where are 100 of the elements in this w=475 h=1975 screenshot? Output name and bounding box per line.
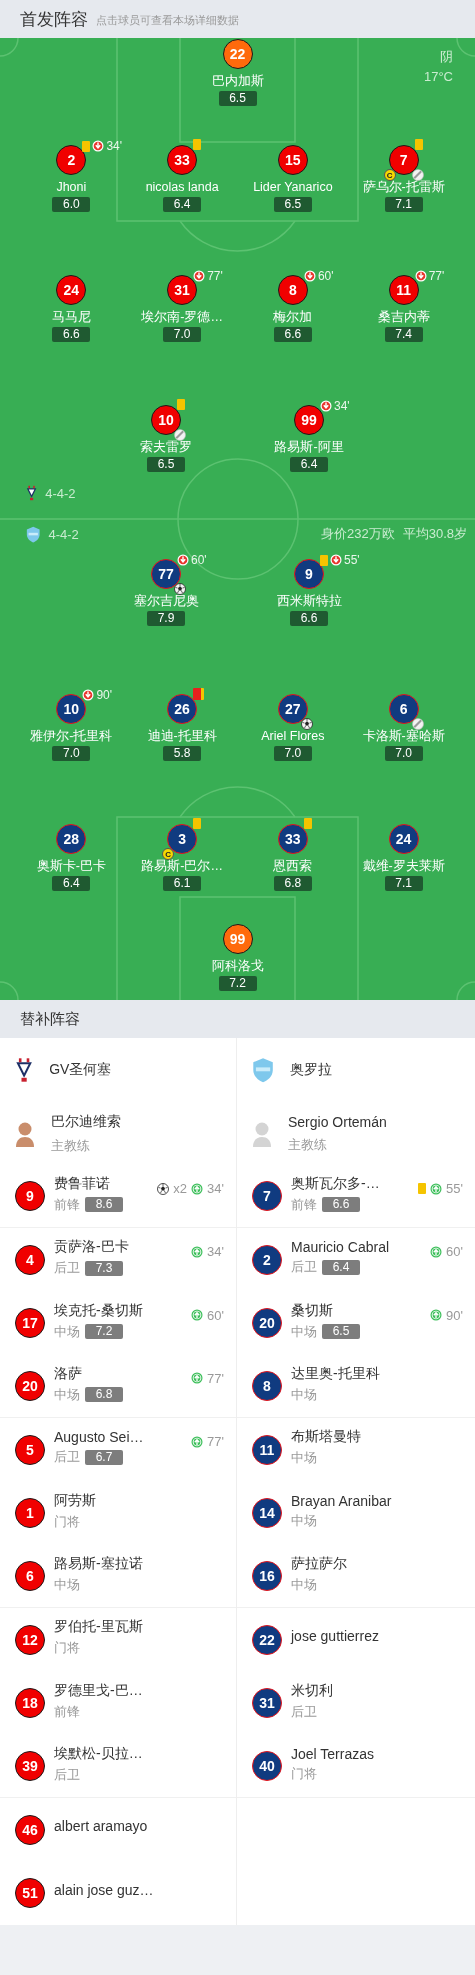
- player-number[interactable]: 39: [15, 1751, 45, 1782]
- player-name[interactable]: 米切利: [291, 1681, 333, 1700]
- player-name[interactable]: 罗德里戈-巴…: [54, 1681, 143, 1700]
- player-number[interactable]: 22: [252, 1624, 282, 1655]
- player-rating: 6.6: [52, 327, 91, 342]
- substitution-out-icon: [320, 400, 332, 412]
- player-position: 后卫: [291, 1258, 317, 1277]
- player-name[interactable]: jose guttierrez: [291, 1628, 379, 1645]
- player-position: 中场: [54, 1385, 80, 1404]
- player-number[interactable]: 6: [15, 1561, 45, 1592]
- player-position: 前锋: [54, 1195, 80, 1214]
- player-position: 前锋: [54, 1702, 80, 1721]
- substitution-minute: 60': [207, 1307, 224, 1323]
- substitution-out-icon: [82, 689, 95, 701]
- player-position: 中场: [291, 1449, 317, 1468]
- formation-label: 4-4-2: [48, 526, 79, 542]
- player-number[interactable]: 7: [252, 1181, 282, 1212]
- substitution-out-icon: [177, 554, 189, 566]
- substitution-minute: 60': [191, 553, 207, 567]
- substitution-minute: 77': [428, 269, 445, 283]
- dismissal-card-icon: [193, 688, 205, 700]
- player-rating: 6.7: [85, 1449, 123, 1465]
- player-name[interactable]: 贡萨洛-巴卡: [54, 1238, 129, 1257]
- player-position: 前锋: [291, 1195, 317, 1214]
- player-name[interactable]: 达里奥-托里科: [291, 1364, 380, 1383]
- player-position: 中场: [54, 1322, 80, 1341]
- player-name[interactable]: 埃默松-贝拉…: [54, 1744, 143, 1763]
- player-position: 后卫: [54, 1765, 80, 1784]
- team-name[interactable]: 奥罗拉: [290, 1061, 333, 1079]
- player-number[interactable]: 51: [15, 1878, 45, 1909]
- player-name[interactable]: 费鲁菲诺: [54, 1174, 123, 1193]
- player-number[interactable]: 31: [252, 1688, 282, 1719]
- player-rating: 7.0: [384, 746, 423, 761]
- caution-card-icon: [414, 139, 423, 150]
- coach-name[interactable]: Sergio Ortemán: [288, 1113, 387, 1130]
- formation-label: 4-4-2: [45, 485, 76, 501]
- player-rating: 6.4: [52, 876, 91, 891]
- coach-role: 主教练: [51, 1136, 91, 1155]
- substitution-minute: 60': [317, 269, 334, 283]
- caution-card-icon: [418, 1183, 427, 1194]
- player-number[interactable]: 11: [252, 1434, 282, 1465]
- player-number[interactable]: 5: [15, 1434, 45, 1465]
- player-position: 中场: [291, 1511, 317, 1530]
- player-name[interactable]: 罗伯托-里瓦斯: [54, 1618, 143, 1637]
- player-name[interactable]: 阿劳斯: [54, 1491, 96, 1510]
- player-name[interactable]: Mauricio Cabral: [291, 1239, 390, 1256]
- goal-count: x2: [173, 1181, 188, 1196]
- team-name[interactable]: GV圣何塞: [49, 1061, 112, 1079]
- player-name[interactable]: 路易斯-塞拉诺: [54, 1554, 143, 1573]
- player-number[interactable]: 12: [15, 1624, 45, 1655]
- player-rating: 7.0: [273, 746, 312, 761]
- player-number[interactable]: 14: [252, 1498, 282, 1529]
- player-number[interactable]: 9: [15, 1181, 45, 1212]
- player-name[interactable]: Augusto Sei…: [54, 1429, 144, 1446]
- player-number[interactable]: 20: [252, 1308, 282, 1339]
- team-logo-icon: [15, 1057, 34, 1083]
- player-position: 中场: [291, 1575, 317, 1594]
- team-logo-icon: [252, 1057, 275, 1083]
- player-number[interactable]: 18: [15, 1688, 45, 1719]
- player-name[interactable]: alain jose guz…: [54, 1881, 154, 1898]
- player-rating: 6.8: [85, 1387, 123, 1403]
- player-name[interactable]: albert aramayo: [54, 1818, 148, 1835]
- player-rating: 7.4: [384, 327, 423, 342]
- player-number[interactable]: 17: [15, 1308, 45, 1339]
- player-name[interactable]: 奥斯瓦尔多-…: [291, 1174, 380, 1193]
- player-rating: 7.0: [163, 327, 202, 342]
- player-number[interactable]: 16: [252, 1561, 282, 1592]
- substitution-minute: 34': [207, 1181, 224, 1196]
- player-rating: 6.4: [290, 457, 328, 472]
- plaster-icon: [411, 169, 424, 181]
- substitution-in-icon: [430, 1182, 443, 1195]
- player-name[interactable]: Brayan Aranibar: [291, 1492, 392, 1509]
- substitution-minute: 34': [334, 399, 350, 413]
- player-name[interactable]: 萨拉萨尔: [291, 1554, 347, 1573]
- player-number[interactable]: 46: [15, 1814, 45, 1845]
- player-rating: 7.2: [218, 976, 257, 991]
- player-rating: 8.6: [85, 1197, 123, 1213]
- player-number[interactable]: 1: [15, 1498, 45, 1529]
- player-name[interactable]: 埃克托-桑切斯: [54, 1301, 143, 1320]
- player-number[interactable]: 8: [252, 1371, 282, 1402]
- player-rating: 6.1: [163, 876, 202, 891]
- coach-name[interactable]: 巴尔迪维索: [51, 1112, 121, 1131]
- caution-card-icon: [82, 140, 91, 152]
- player-number[interactable]: 4: [15, 1245, 45, 1275]
- player-name[interactable]: Joel Terrazas: [291, 1745, 374, 1762]
- substitution-minute: 77': [207, 269, 223, 283]
- section-hint: 点击球员可查看本场详细数据: [96, 12, 239, 28]
- player-rating: 6.6: [322, 1197, 360, 1213]
- player-number[interactable]: 2: [252, 1245, 282, 1275]
- player-name[interactable]: 洛萨: [54, 1364, 123, 1383]
- substitution-out-icon: [414, 270, 427, 282]
- player-name[interactable]: 桑切斯: [291, 1301, 360, 1320]
- substitution-minute: 90': [96, 688, 112, 702]
- player-number[interactable]: 20: [15, 1371, 45, 1402]
- player-number[interactable]: 40: [252, 1751, 282, 1782]
- weather-condition: 阴: [440, 48, 453, 66]
- plaster-icon: [174, 429, 186, 441]
- player-name[interactable]: 布斯塔曼特: [291, 1428, 361, 1447]
- substitution-minute: 60': [446, 1244, 463, 1260]
- market-value: 身价232万欧: [321, 525, 395, 543]
